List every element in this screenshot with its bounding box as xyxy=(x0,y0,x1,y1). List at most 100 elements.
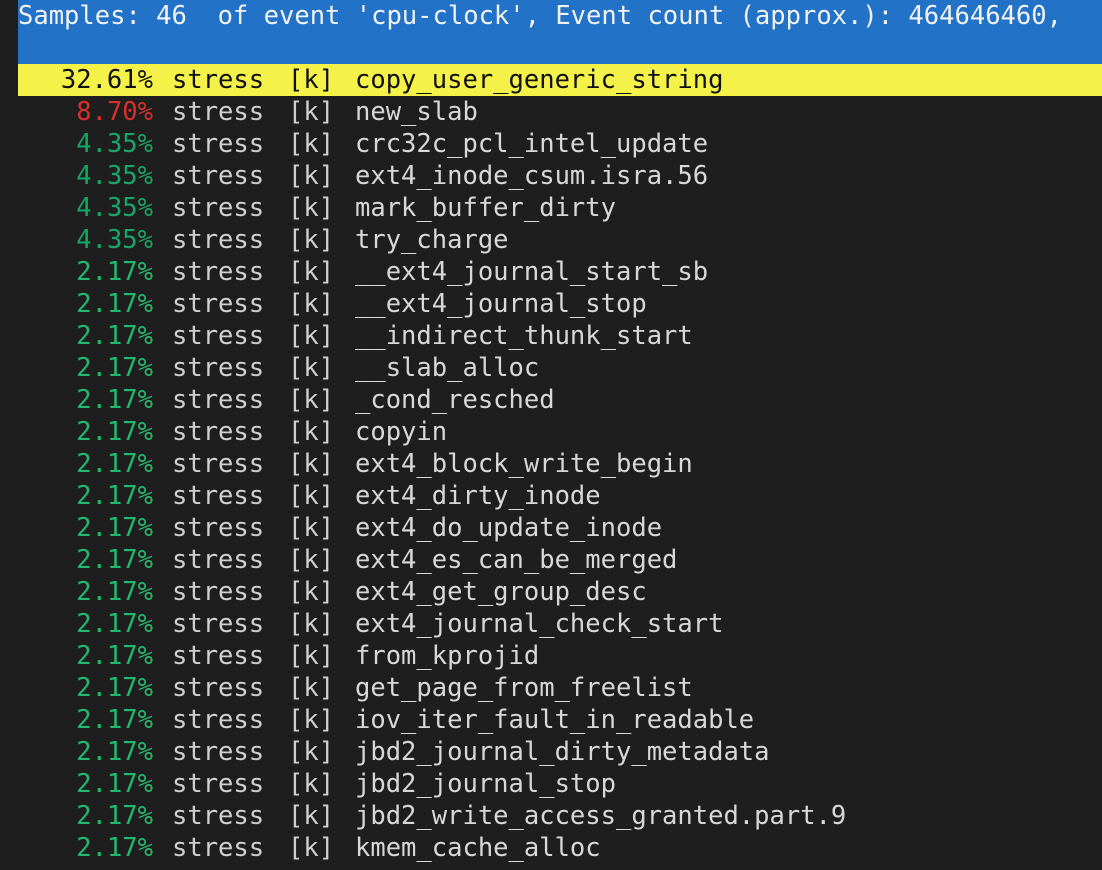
row-overhead: 2.17% xyxy=(76,545,153,575)
row-command: stress xyxy=(172,513,265,543)
table-row[interactable]: 4.35% stress [k] try_charge xyxy=(18,224,1102,256)
table-row[interactable]: 4.35% stress [k] ext4_inode_csum.isra.56 xyxy=(18,160,1102,192)
row-symbol: from_kprojid xyxy=(355,641,540,671)
table-row[interactable]: 2.17% stress [k] jbd2_journal_stop xyxy=(18,768,1102,800)
row-symbol: ext4_do_update_inode xyxy=(355,513,663,543)
row-overhead: 2.17% xyxy=(76,289,153,319)
terminal-content: Samples: 46 of event 'cpu-clock', Event … xyxy=(18,0,1102,870)
table-row[interactable]: 2.17% stress [k] ext4_get_group_desc xyxy=(18,576,1102,608)
table-row[interactable]: 2.17% stress [k] ext4_do_update_inode xyxy=(18,512,1102,544)
table-row[interactable]: 32.61% stress [k] copy_user_generic_string xyxy=(18,64,1102,96)
sample-list[interactable]: 32.61% stress [k] copy_user_generic_string 8… xyxy=(18,64,1102,864)
row-command: stress xyxy=(172,193,265,223)
row-dso-kind: [k] xyxy=(288,193,335,223)
row-symbol: iov_iter_fault_in_readable xyxy=(355,705,755,735)
row-dso-kind: [k] xyxy=(288,289,335,319)
row-symbol: ext4_get_group_desc xyxy=(355,577,647,607)
row-dso-kind: [k] xyxy=(288,225,335,255)
row-overhead: 4.35% xyxy=(76,161,153,191)
row-command: stress xyxy=(172,257,265,287)
row-dso-kind: [k] xyxy=(288,769,335,799)
row-dso-kind: [k] xyxy=(288,577,335,607)
row-symbol: copyin xyxy=(355,417,448,447)
row-dso-kind: [k] xyxy=(288,513,335,543)
row-overhead: 2.17% xyxy=(76,385,153,415)
row-command: stress xyxy=(172,353,265,383)
row-symbol: ext4_dirty_inode xyxy=(355,481,601,511)
row-overhead: 2.17% xyxy=(76,481,153,511)
row-overhead: 2.17% xyxy=(76,673,153,703)
row-dso-kind: [k] xyxy=(288,705,335,735)
table-row[interactable]: 2.17% stress [k] __ext4_journal_stop xyxy=(18,288,1102,320)
table-row[interactable]: 2.17% stress [k] __slab_alloc xyxy=(18,352,1102,384)
row-dso-kind: [k] xyxy=(288,385,335,415)
table-row[interactable]: 2.17% stress [k] _cond_resched xyxy=(18,384,1102,416)
row-dso-kind: [k] xyxy=(288,609,335,639)
row-symbol: __ext4_journal_start_sb xyxy=(355,257,709,287)
row-symbol: new_slab xyxy=(355,97,478,127)
row-symbol: __ext4_journal_stop xyxy=(355,289,647,319)
row-symbol: jbd2_write_access_granted.part.9 xyxy=(355,801,847,831)
row-symbol: jbd2_journal_dirty_metadata xyxy=(355,737,770,767)
table-row[interactable]: 2.17% stress [k] ext4_journal_check_start xyxy=(18,608,1102,640)
row-symbol: ext4_es_can_be_merged xyxy=(355,545,678,575)
table-row[interactable]: 4.35% stress [k] mark_buffer_dirty xyxy=(18,192,1102,224)
row-overhead: 2.17% xyxy=(76,769,153,799)
row-overhead: 2.17% xyxy=(76,321,153,351)
row-command: stress xyxy=(172,673,265,703)
table-row[interactable]: 2.17% stress [k] kmem_cache_alloc xyxy=(18,832,1102,864)
table-row[interactable]: 2.17% stress [k] ext4_es_can_be_merged xyxy=(18,544,1102,576)
row-dso-kind: [k] xyxy=(288,673,335,703)
row-symbol: get_page_from_freelist xyxy=(355,673,693,703)
table-row[interactable]: 4.35% stress [k] crc32c_pcl_intel_update xyxy=(18,128,1102,160)
row-overhead: 4.35% xyxy=(76,225,153,255)
row-symbol: copy_user_generic_string xyxy=(355,65,724,95)
row-dso-kind: [k] xyxy=(288,65,335,95)
row-command: stress xyxy=(172,641,265,671)
table-row[interactable]: 2.17% stress [k] copyin xyxy=(18,416,1102,448)
row-overhead: 2.17% xyxy=(76,577,153,607)
row-dso-kind: [k] xyxy=(288,481,335,511)
row-symbol: __slab_alloc xyxy=(355,353,540,383)
row-command: stress xyxy=(172,449,265,479)
table-row[interactable]: 2.17% stress [k] get_page_from_freelist xyxy=(18,672,1102,704)
table-row[interactable]: 2.17% stress [k] jbd2_write_access_granted.… xyxy=(18,800,1102,832)
row-command: stress xyxy=(172,321,265,351)
table-row[interactable]: 2.17% stress [k] ext4_block_write_begin xyxy=(18,448,1102,480)
row-symbol: _cond_resched xyxy=(355,385,555,415)
row-command: stress xyxy=(172,129,265,159)
table-row[interactable]: 2.17% stress [k] iov_iter_fault_in_readable xyxy=(18,704,1102,736)
row-symbol: kmem_cache_alloc xyxy=(355,833,601,863)
table-row[interactable]: 2.17% stress [k] jbd2_journal_dirty_metadat… xyxy=(18,736,1102,768)
table-row[interactable]: 2.17% stress [k] __indirect_thunk_start xyxy=(18,320,1102,352)
row-symbol: mark_buffer_dirty xyxy=(355,193,616,223)
perf-top-terminal: Samples: 46 of event 'cpu-clock', Event … xyxy=(0,0,1102,870)
row-dso-kind: [k] xyxy=(288,737,335,767)
row-command: stress xyxy=(172,161,265,191)
row-command: stress xyxy=(172,289,265,319)
row-command: stress xyxy=(172,609,265,639)
table-row[interactable]: 2.17% stress [k] ext4_dirty_inode xyxy=(18,480,1102,512)
row-overhead: 32.61% xyxy=(60,65,153,95)
row-dso-kind: [k] xyxy=(288,353,335,383)
row-dso-kind: [k] xyxy=(288,545,335,575)
row-symbol: try_charge xyxy=(355,225,509,255)
row-overhead: 2.17% xyxy=(76,449,153,479)
row-command: stress xyxy=(172,769,265,799)
row-symbol: crc32c_pcl_intel_update xyxy=(355,129,709,159)
table-row[interactable]: 2.17% stress [k] __ext4_journal_start_sb xyxy=(18,256,1102,288)
row-overhead: 2.17% xyxy=(76,257,153,287)
left-gutter xyxy=(0,0,18,870)
table-row[interactable]: 2.17% stress [k] from_kprojid xyxy=(18,640,1102,672)
table-row[interactable]: 8.70% stress [k] new_slab xyxy=(18,96,1102,128)
row-overhead: 2.17% xyxy=(76,417,153,447)
row-overhead: 2.17% xyxy=(76,833,153,863)
row-overhead: 8.70% xyxy=(76,97,153,127)
row-dso-kind: [k] xyxy=(288,97,335,127)
row-symbol: __indirect_thunk_start xyxy=(355,321,693,351)
row-symbol: ext4_inode_csum.isra.56 xyxy=(355,161,709,191)
row-command: stress xyxy=(172,705,265,735)
row-symbol: ext4_block_write_begin xyxy=(355,449,693,479)
column-header-row: OverheadCommanSymbol xyxy=(18,32,1102,64)
row-dso-kind: [k] xyxy=(288,161,335,191)
